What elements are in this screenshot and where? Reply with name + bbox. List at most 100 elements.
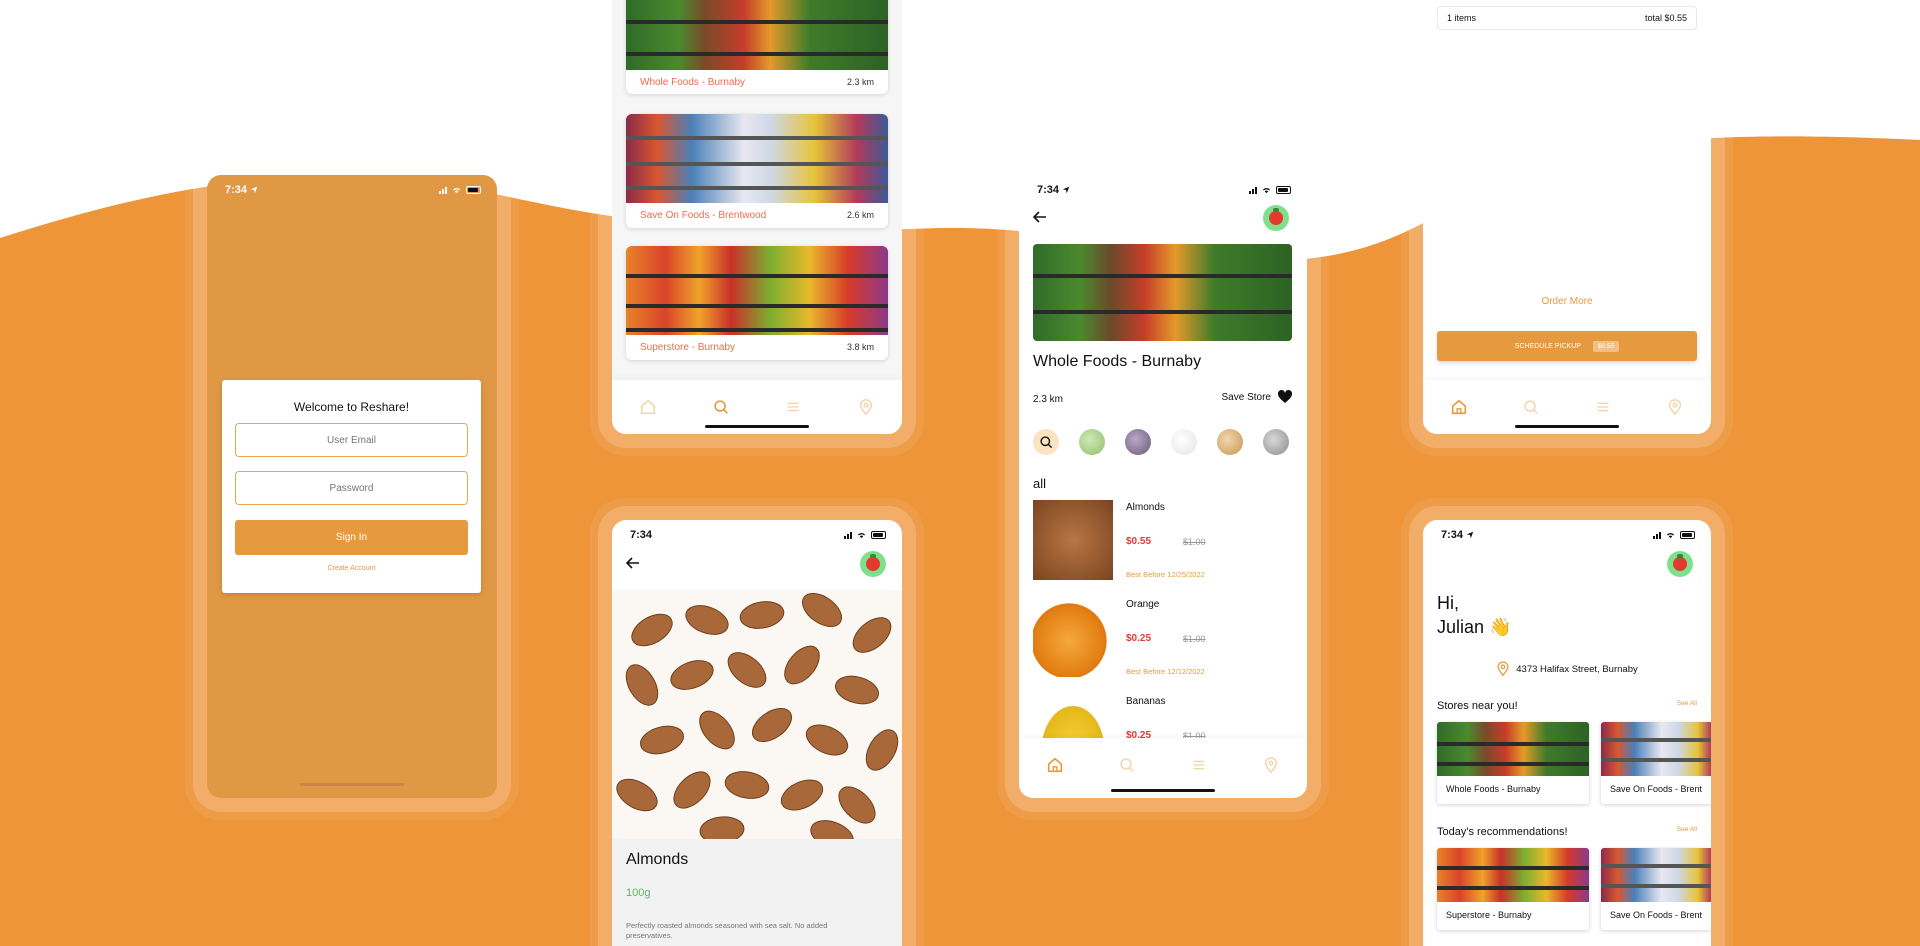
store-photo (1601, 848, 1711, 902)
store-card-name: Save On Foods - Brent (1610, 784, 1703, 794)
store-name: Superstore - Burnaby (640, 341, 736, 353)
category-chip-fruit[interactable] (1125, 429, 1151, 455)
login-card: Welcome to Reshare! Sign In Create Accou… (222, 380, 481, 593)
store-photo (1437, 848, 1589, 902)
wifi-icon (1666, 533, 1675, 539)
back-arrow-icon[interactable] (626, 557, 640, 569)
cart-item-count: 1 items (1447, 13, 1477, 23)
login-screen: 7:34 Welcome to Reshare! Sign In Create … (207, 175, 497, 798)
avatar[interactable] (1263, 205, 1289, 231)
store-detail-screen: 7:34 Whole Foods - Burnaby 2.3 km Save S… (1019, 175, 1307, 798)
product-description: Perfectly roasted almonds seasoned with … (626, 921, 828, 940)
product-row[interactable]: Bananas $0.25 $1.00 (1033, 694, 1293, 739)
back-arrow-icon[interactable] (1033, 211, 1047, 223)
order-more-link[interactable]: Order More (1423, 296, 1711, 307)
product-name: Bananas (1126, 696, 1166, 707)
cart-screen: 1 items total $0.55 Order More SCHEDULE … (1423, 0, 1711, 434)
home-indicator (1515, 425, 1619, 428)
product-original-price: $1.00 (1183, 634, 1206, 644)
see-all-stores-link[interactable]: See All (1677, 700, 1697, 707)
list-tab-icon[interactable] (784, 398, 802, 416)
store-distance: 2.3 km (846, 77, 874, 87)
category-chip-search[interactable] (1033, 429, 1059, 455)
store-distance: 2.6 km (846, 210, 874, 220)
battery-icon (871, 531, 886, 539)
home-indicator (705, 425, 809, 428)
product-name: Almonds (1126, 502, 1165, 513)
store-card[interactable]: Save On Foods - Brentwood 2.6 km (626, 114, 888, 228)
location-tab-icon[interactable] (1666, 398, 1684, 416)
battery-icon (1276, 186, 1291, 194)
store-photo (626, 114, 888, 203)
search-tab-icon[interactable] (1522, 398, 1540, 416)
avatar[interactable] (860, 551, 886, 577)
product-row[interactable]: Almonds $0.55 $1.00 Best Before 12/25/20… (1033, 500, 1293, 585)
greeting-line-1: Hi, (1437, 593, 1459, 613)
home-tab-icon[interactable] (1450, 398, 1468, 416)
location-pin-icon (1497, 661, 1509, 677)
category-chip-dairy[interactable] (1171, 429, 1197, 455)
cart-total: total $0.55 (1644, 13, 1687, 23)
email-field[interactable] (235, 423, 468, 457)
signal-icon (844, 531, 852, 539)
sign-in-button[interactable]: Sign In (235, 520, 468, 555)
see-all-recommendations-link[interactable]: See All (1677, 826, 1697, 833)
home-tab-icon[interactable] (1046, 756, 1064, 774)
wifi-icon (1262, 188, 1271, 194)
list-tab-icon[interactable] (1190, 756, 1208, 774)
schedule-pickup-label: SCHEDULE PICKUP (1514, 342, 1581, 350)
store-card[interactable]: Save On Foods - Brent (1601, 722, 1711, 804)
schedule-pickup-button[interactable]: SCHEDULE PICKUP $0.55 (1437, 331, 1697, 361)
product-row[interactable]: Orange $0.25 $1.00 Best Before 12/12/202… (1033, 597, 1293, 682)
status-time: 7:34 (1037, 184, 1060, 196)
pickup-price-badge: $0.55 (1592, 340, 1620, 352)
status-bar: 7:34 (207, 175, 497, 205)
category-chip-meat[interactable] (1263, 429, 1289, 455)
product-name: Orange (1126, 599, 1160, 610)
login-title: Welcome to Reshare! (293, 400, 410, 414)
product-weight: 100g (626, 887, 651, 899)
store-card[interactable]: Whole Foods - Burnaby (1437, 722, 1589, 804)
category-chip-vegetables[interactable] (1079, 429, 1105, 455)
store-card[interactable]: Superstore - Burnaby 3.8 km (626, 246, 888, 360)
home-tab-icon[interactable] (639, 398, 657, 416)
battery-icon (466, 186, 481, 194)
password-field[interactable] (235, 471, 468, 505)
cart-summary: 1 items total $0.55 (1437, 6, 1697, 30)
store-photo (626, 0, 888, 70)
location-arrow-icon (250, 186, 258, 194)
store-card[interactable]: Whole Foods - Burnaby 2.3 km (626, 0, 888, 94)
product-photo (612, 590, 902, 839)
home-indicator (300, 783, 404, 786)
store-banner-photo (1033, 244, 1292, 341)
avatar[interactable] (1667, 551, 1693, 577)
store-distance: 2.3 km (1033, 394, 1064, 405)
location-tab-icon[interactable] (1262, 756, 1280, 774)
product-thumbnail (1033, 694, 1113, 739)
stores-near-title: Stores near you! (1437, 700, 1518, 712)
wifi-icon (452, 188, 461, 194)
recommendation-card[interactable]: Save On Foods - Brent (1601, 848, 1711, 930)
address-row[interactable]: 4373 Halifax Street, Burnaby (1423, 661, 1711, 677)
address-text: 4373 Halifax Street, Burnaby (1516, 663, 1638, 675)
store-distance: 3.8 km (846, 342, 874, 352)
home-indicator (1111, 789, 1215, 792)
store-photo (626, 246, 888, 335)
location-tab-icon[interactable] (857, 398, 875, 416)
recommendation-card[interactable]: Superstore - Burnaby (1437, 848, 1589, 930)
save-store-button[interactable]: Save Store (1222, 390, 1293, 404)
list-tab-icon[interactable] (1594, 398, 1612, 416)
search-tab-icon[interactable] (712, 398, 730, 416)
location-arrow-icon (1062, 186, 1070, 194)
recommendation-card-name: Save On Foods - Brent (1610, 910, 1703, 920)
almonds-illustration (616, 592, 899, 839)
signal-icon (439, 186, 447, 194)
search-icon (1040, 436, 1053, 449)
category-chip-bakery[interactable] (1217, 429, 1243, 455)
search-tab-icon[interactable] (1118, 756, 1136, 774)
home-screen: 7:34 Hi, Julian 👋 4373 Halifax Street, B… (1423, 520, 1711, 946)
heart-icon (1277, 390, 1293, 403)
save-store-label: Save Store (1221, 391, 1271, 403)
create-account-link[interactable]: Create Account (222, 565, 481, 572)
product-price: $0.55 (1126, 536, 1152, 547)
